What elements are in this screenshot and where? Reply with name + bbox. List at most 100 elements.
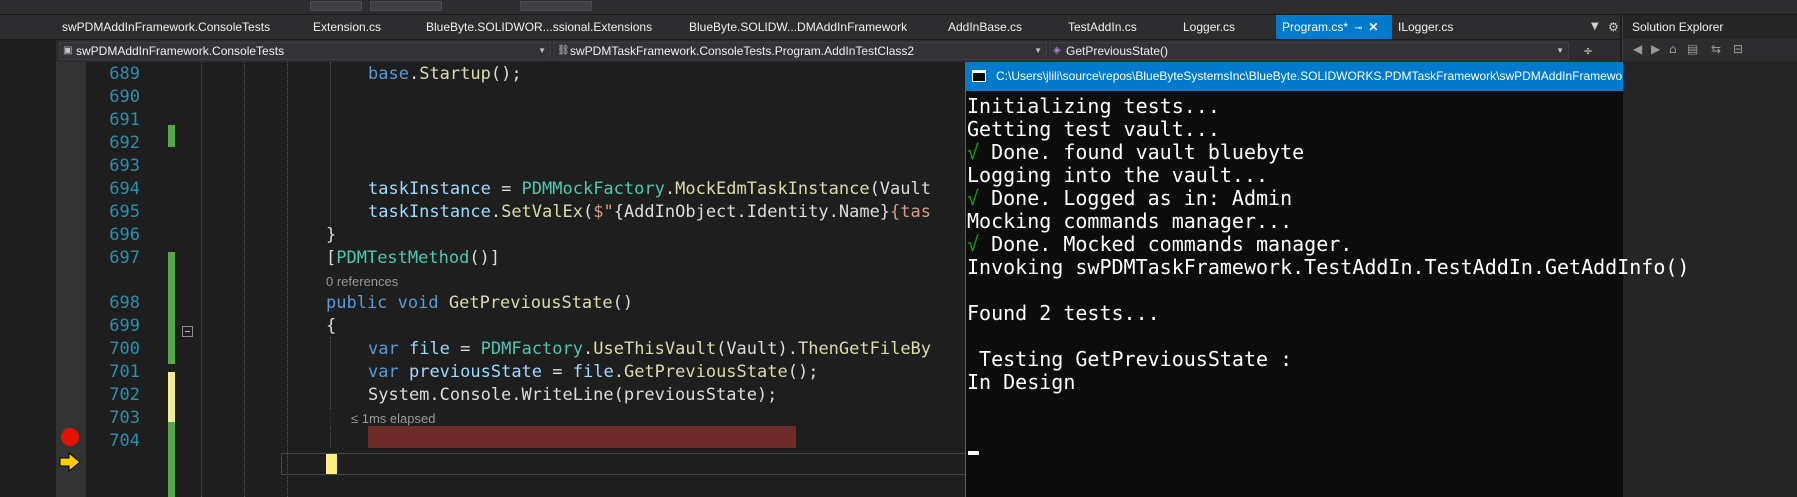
console-line-text: Done. found vault bluebyte: [979, 140, 1305, 164]
navigation-bar: ▣ swPDMAddInFramework.ConsoleTests ▼ ⛓ s…: [56, 40, 1620, 63]
code-line-703: }: [326, 408, 337, 428]
code-token: (Vault: [869, 179, 931, 199]
gear-icon[interactable]: ⚙: [1608, 15, 1619, 39]
project-dropdown[interactable]: ▣ swPDMAddInFramework.ConsoleTests ▼: [59, 42, 551, 60]
console-line: √ Done. found vault bluebyte: [967, 140, 1304, 164]
console-cursor: [968, 451, 979, 455]
current-line-frame: [281, 453, 966, 475]
console-line: √ Done. Logged as in: Admin: [967, 186, 1292, 210]
collapse-all-icon[interactable]: ⊟: [1733, 42, 1743, 56]
line-number: 690: [109, 87, 140, 107]
indent-guide: [330, 337, 331, 447]
tab-label: Program.cs*: [1282, 20, 1349, 34]
change-indicator-unsaved: [168, 372, 175, 422]
split-editor-icon[interactable]: ÷: [1563, 42, 1613, 60]
variable-token: taskInstance: [368, 179, 491, 199]
console-line: In Design: [967, 370, 1076, 394]
indent-guide: [201, 62, 202, 497]
change-indicator-saved: [168, 125, 175, 147]
execution-arrow-icon[interactable]: [59, 452, 81, 472]
console-line: Invoking swPDMTaskFramework.TestAddIn.Te…: [967, 255, 1690, 279]
check-icon: √: [967, 232, 980, 256]
line-number: 702: [109, 385, 140, 405]
line-number: 699: [109, 316, 140, 336]
member-dropdown[interactable]: ◈ GetPreviousState() ▼: [1049, 42, 1569, 60]
breakpoint-icon[interactable]: [61, 428, 79, 446]
code-token: [: [326, 248, 337, 268]
switch-views-icon[interactable]: ▤: [1687, 42, 1698, 56]
forward-icon[interactable]: ▶: [1651, 42, 1660, 56]
close-icon[interactable]: ✕: [1368, 20, 1378, 34]
console-line: Found 2 tests...: [967, 301, 1160, 325]
console-line: Mocking commands manager...: [967, 209, 1293, 233]
console-title-bar[interactable]: C:\Users\jlili\source\repos\BlueByteSyst…: [966, 62, 1623, 91]
tab-professional-extensions[interactable]: BlueByte.SOLIDWOR...ssional.Extensions: [420, 15, 658, 39]
console-line: Testing GetPreviousState :: [967, 347, 1293, 371]
code-token: (): [612, 293, 634, 313]
config-dropdown[interactable]: [310, 1, 362, 11]
chevron-down-icon: ▼: [538, 46, 546, 55]
line-number: 704: [109, 431, 140, 451]
elapsed-time-perftip[interactable]: ≤ 1ms elapsed: [351, 411, 435, 426]
tab-label: TestAddIn.cs: [1068, 20, 1137, 34]
tab-pdm-addin-framework[interactable]: BlueByte.SOLIDW...DMAddInFramework: [683, 15, 913, 39]
line-number: 692: [109, 133, 140, 153]
line-number: 697: [109, 248, 140, 268]
class-icon: ⛓: [557, 45, 570, 56]
line-number: 696: [109, 225, 140, 245]
code-line-700: var file = PDMFactory.UseThisVault(Vault…: [368, 339, 931, 359]
keyword-token: public: [326, 293, 388, 313]
code-token: (: [582, 202, 594, 222]
line-number: 703: [109, 408, 140, 428]
sync-icon[interactable]: ⇆: [1711, 42, 1721, 56]
string-token: {tas: [890, 202, 931, 222]
code-editor[interactable]: 689 690 691 692 693 694 695 696 697 698 …: [86, 62, 966, 497]
line-number: 698: [109, 293, 140, 313]
console-line-text: Done. Mocked commands manager.: [979, 232, 1353, 256]
tab-ilogger[interactable]: ILogger.cs: [1392, 15, 1459, 39]
solution-explorer-title: Solution Explorer: [1632, 20, 1724, 34]
collapse-region-icon[interactable]: [182, 326, 193, 337]
tab-console-tests[interactable]: swPDMAddInFramework.ConsoleTests: [56, 15, 276, 39]
console-app-icon: [972, 70, 986, 82]
keyword-token: var: [368, 339, 399, 359]
platform-dropdown[interactable]: [370, 1, 442, 11]
method-token: Startup: [419, 64, 491, 84]
tab-label: ILogger.cs: [1398, 20, 1454, 34]
line-number: 691: [109, 110, 140, 130]
code-token: .: [490, 202, 502, 222]
method-token: MockEdmTaskInstance: [675, 179, 870, 199]
codelens-references[interactable]: 0 references: [326, 274, 398, 289]
home-icon[interactable]: ⌂: [1669, 42, 1677, 56]
tab-addinbase[interactable]: AddInBase.cs: [942, 15, 1028, 39]
line-number: 694: [109, 179, 140, 199]
tab-label: AddInBase.cs: [948, 20, 1023, 34]
back-icon[interactable]: ◀: [1633, 42, 1642, 56]
tab-logger[interactable]: Logger.cs: [1177, 15, 1241, 39]
type-token: PDMMockFactory: [521, 179, 665, 199]
console-window[interactable]: C:\Users\jlili\source\repos\BlueByteSyst…: [965, 62, 1689, 497]
tab-overflow-icon[interactable]: ▼: [1591, 15, 1599, 39]
indent-guide: [330, 62, 331, 230]
code-token: .: [583, 339, 594, 359]
tab-extension[interactable]: Extension.cs: [307, 15, 387, 39]
indent-guide: [287, 62, 288, 497]
console-title-text: C:\Users\jlili\source\repos\BlueByteSyst…: [996, 69, 1623, 83]
code-line-698: public void GetPreviousState(): [326, 293, 633, 313]
code-token: ()]: [469, 248, 501, 268]
code-token: .: [613, 362, 624, 382]
code-token: =: [449, 339, 481, 359]
pin-icon[interactable]: ⊸: [1354, 23, 1362, 34]
line-number: 695: [109, 202, 140, 222]
console-line: Initializing tests...: [967, 94, 1220, 118]
type-dropdown-value: swPDMTaskFramework.ConsoleTests.Program.…: [570, 44, 915, 58]
code-line-701: var previousState = file.GetPreviousStat…: [368, 362, 818, 382]
tab-testaddin[interactable]: TestAddIn.cs: [1062, 15, 1143, 39]
variable-token: taskInstance: [368, 202, 491, 222]
toolbar-strip: [0, 0, 1797, 15]
console-line-text: Done. Logged as in: Admin: [979, 186, 1293, 210]
method-token: GetPreviousState: [623, 362, 788, 382]
tab-program[interactable]: Program.cs* ⊸ ✕: [1276, 15, 1392, 39]
type-dropdown[interactable]: ⛓ swPDMTaskFramework.ConsoleTests.Progra…: [553, 42, 1047, 60]
continue-button[interactable]: [520, 1, 592, 11]
